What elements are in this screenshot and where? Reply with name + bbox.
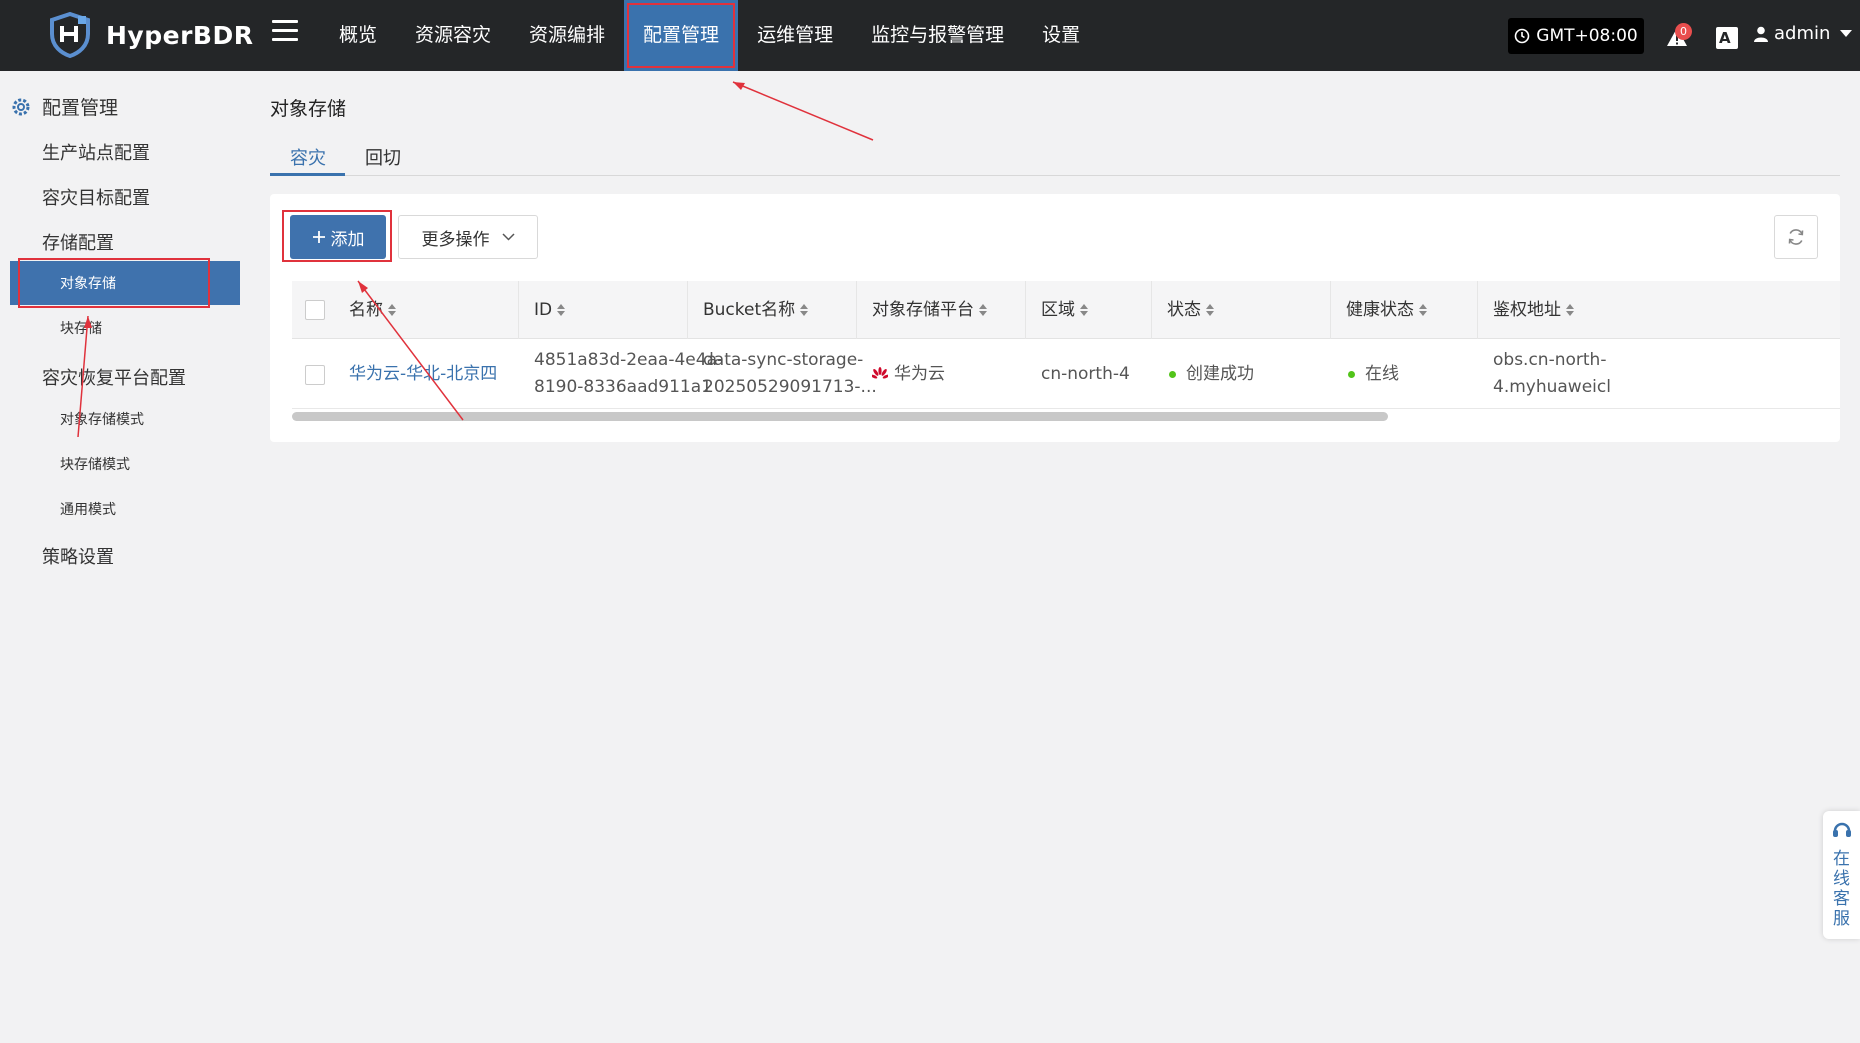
storage-platform: 华为云 xyxy=(870,361,945,388)
tab-failback[interactable]: 回切 xyxy=(365,144,401,170)
select-all-checkbox[interactable] xyxy=(305,300,325,320)
top-bar: HyperBDR 概览 资源容灾 资源编排 配置管理 运维管理 监控与报警管理 … xyxy=(0,0,1860,71)
nav-item-operations[interactable]: 运维管理 xyxy=(738,0,852,71)
storage-id: 4851a83d-2eaa-4e4a- 8190-8336aad911a1 xyxy=(534,350,724,397)
alert-count-badge: 0 xyxy=(1675,23,1692,40)
more-actions-dropdown[interactable]: 更多操作 xyxy=(398,215,538,259)
status-dot-icon xyxy=(1169,370,1176,378)
nav-item-config-management[interactable]: 配置管理 xyxy=(624,0,739,71)
online-support-widget[interactable]: 在线客服 xyxy=(1823,811,1860,939)
language-switch-icon[interactable]: A xyxy=(1716,27,1738,49)
highlight-box-add-button xyxy=(282,210,392,262)
page-title: 对象存储 xyxy=(270,98,347,120)
logo[interactable]: HyperBDR xyxy=(48,12,253,58)
sidebar-item-general-mode[interactable]: 通用模式 xyxy=(60,499,116,519)
sidebar-item-block-storage-mode[interactable]: 块存储模式 xyxy=(60,454,130,474)
sort-icon xyxy=(388,304,396,316)
column-header-status[interactable]: 状态 xyxy=(1167,281,1214,339)
sidebar-title: 配置管理 xyxy=(10,93,118,120)
arrow-to-nav xyxy=(732,81,874,141)
sidebar-item-object-storage-mode[interactable]: 对象存储模式 xyxy=(60,409,144,429)
user-icon xyxy=(1754,26,1768,42)
refresh-icon xyxy=(1788,229,1804,245)
sort-icon xyxy=(1080,304,1088,316)
column-header-health[interactable]: 健康状态 xyxy=(1346,281,1427,339)
highlight-box-sidebar xyxy=(18,258,210,308)
refresh-button[interactable] xyxy=(1774,215,1818,259)
online-support-label: 在线客服 xyxy=(1833,849,1850,929)
object-storage-table: 名称 ID Bucket名称 对象存储平台 区域 状态 健康状态 鉴权地址 华为… xyxy=(292,281,1840,411)
sidebar-item-dr-platform-config[interactable]: 容灾恢复平台配置 xyxy=(42,364,186,390)
auth-address: obs.cn-north- 4.myhuaweicl xyxy=(1493,350,1611,397)
sidebar-item-dr-target[interactable]: 容灾目标配置 xyxy=(42,184,150,210)
nav-item-overview[interactable]: 概览 xyxy=(320,0,396,71)
status-badge: 创建成功 xyxy=(1169,361,1254,388)
health-dot-icon xyxy=(1348,370,1355,378)
nav-item-settings[interactable]: 设置 xyxy=(1023,0,1099,71)
clock-icon xyxy=(1514,28,1530,44)
sort-icon xyxy=(557,304,566,316)
column-header-name[interactable]: 名称 xyxy=(349,281,396,339)
nav-item-monitoring-alerts[interactable]: 监控与报警管理 xyxy=(852,0,1023,71)
timezone-display[interactable]: GMT+08:00 xyxy=(1508,18,1644,54)
column-header-region[interactable]: 区域 xyxy=(1041,281,1088,339)
gear-icon xyxy=(12,98,30,115)
table-horizontal-scrollbar[interactable] xyxy=(292,412,1388,421)
huawei-cloud-icon xyxy=(870,367,890,379)
sidebar-item-block-storage[interactable]: 块存储 xyxy=(60,318,102,338)
nav-item-orchestration[interactable]: 资源编排 xyxy=(510,0,624,71)
tab-active-indicator xyxy=(270,173,345,176)
headset-icon xyxy=(1833,822,1851,837)
column-header-auth-address[interactable]: 鉴权地址 xyxy=(1493,281,1574,339)
tab-disaster-recovery[interactable]: 容灾 xyxy=(290,144,326,170)
row-checkbox[interactable] xyxy=(305,365,325,385)
column-header-bucket[interactable]: Bucket名称 xyxy=(703,281,809,339)
chevron-down-icon xyxy=(501,233,515,241)
table-row: 华为云-华北-北京四 4851a83d-2eaa-4e4a- 8190-8336… xyxy=(292,339,1840,409)
timezone-label: GMT+08:00 xyxy=(1536,26,1638,46)
user-menu[interactable]: admin xyxy=(1754,23,1853,44)
sort-icon xyxy=(979,304,987,316)
column-header-platform[interactable]: 对象存储平台 xyxy=(872,281,987,339)
column-header-id[interactable]: ID xyxy=(534,281,566,339)
shield-logo-icon xyxy=(50,12,90,58)
region: cn-north-4 xyxy=(1041,364,1130,384)
menu-toggle-icon[interactable] xyxy=(272,20,298,44)
object-storage-card: 添加 更多操作 名称 ID Bucket名称 对象存储平台 区域 状态 健康状态… xyxy=(270,194,1840,442)
sidebar-item-storage-config[interactable]: 存储配置 xyxy=(42,229,114,255)
nav-item-resource-dr[interactable]: 资源容灾 xyxy=(396,0,510,71)
health-badge: 在线 xyxy=(1348,361,1399,388)
sort-icon xyxy=(800,304,809,316)
table-header: 名称 ID Bucket名称 对象存储平台 区域 状态 健康状态 鉴权地址 xyxy=(292,281,1840,339)
storage-name-link[interactable]: 华为云-华北-北京四 xyxy=(349,361,497,388)
brand-name: HyperBDR xyxy=(106,20,254,50)
sort-icon xyxy=(1206,304,1214,316)
sidebar-item-production-site[interactable]: 生产站点配置 xyxy=(42,139,150,165)
bucket-name: data-sync-storage- 20250529091713-... xyxy=(703,350,877,397)
sort-icon xyxy=(1419,304,1427,316)
main-nav: 概览 资源容灾 资源编排 配置管理 运维管理 监控与报警管理 设置 xyxy=(320,0,1099,71)
tab-bar: 容灾 回切 xyxy=(270,140,1840,176)
chevron-down-icon xyxy=(1840,30,1853,37)
user-name: admin xyxy=(1774,23,1831,44)
sidebar: 配置管理 生产站点配置 容灾目标配置 存储配置 对象存储 块存储 容灾恢复平台配… xyxy=(0,71,246,1043)
sidebar-item-policy-settings[interactable]: 策略设置 xyxy=(42,543,114,569)
sort-icon xyxy=(1566,304,1574,316)
